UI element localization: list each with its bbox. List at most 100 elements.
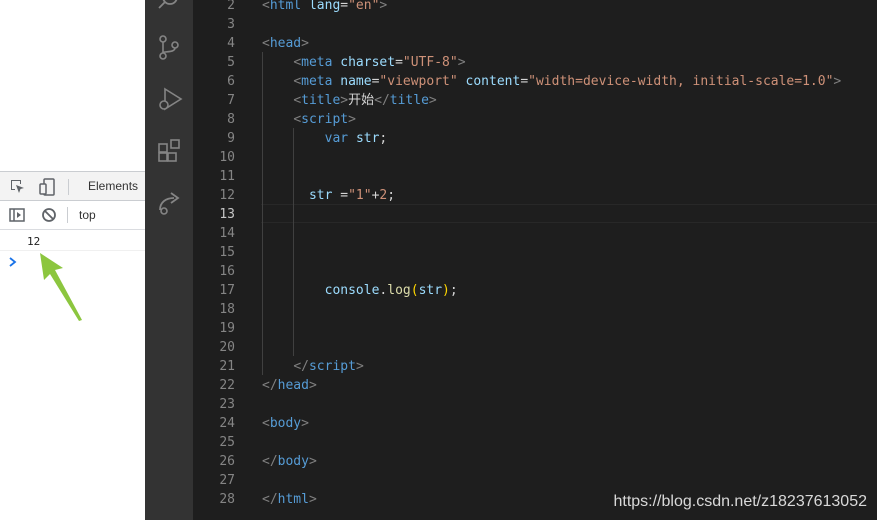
code-line[interactable]: 9 var str; <box>193 129 877 148</box>
code-line[interactable]: 3 <box>193 15 877 34</box>
code-token: console <box>324 283 380 298</box>
line-number: 19 <box>219 321 235 336</box>
code-line[interactable]: 25 <box>193 433 877 452</box>
remote-icon[interactable] <box>157 190 183 216</box>
code-token: "viewport" <box>379 74 458 89</box>
code-line[interactable]: 19 <box>193 319 877 338</box>
code-line[interactable]: 23 <box>193 395 877 414</box>
code-token: content <box>465 74 521 89</box>
code-editor[interactable]: 2 <html lang="en"> 3 4 <head> 5 <meta charset… <box>193 0 877 520</box>
code-line[interactable]: 26 </body> <box>193 452 877 471</box>
code-line[interactable]: 2 <html lang="en"> <box>193 0 877 15</box>
code-token: > <box>379 0 388 13</box>
code-token: < <box>262 36 270 51</box>
code-token: </ <box>262 454 278 469</box>
code-token: = <box>332 188 349 203</box>
code-line[interactable]: 4 <head> <box>193 34 877 53</box>
sidebar-toggle-icon[interactable] <box>9 207 25 223</box>
code-token: > <box>308 454 317 469</box>
code-line[interactable]: 14 <box>193 224 877 243</box>
code-line[interactable]: 22 </head> <box>193 376 877 395</box>
code-token: < <box>262 0 270 13</box>
code-line[interactable]: 6 <meta name="viewport" content="width=d… <box>193 72 877 91</box>
code-token: </ <box>262 378 278 393</box>
line-number: 11 <box>219 169 235 184</box>
code-line[interactable]: 5 <meta charset="UTF-8"> <box>193 53 877 72</box>
search-icon[interactable] <box>157 0 181 12</box>
console-output-value: 12 <box>27 235 41 248</box>
code-text: <body> <box>262 414 309 433</box>
code-text: </head> <box>262 376 317 395</box>
line-number: 22 <box>219 378 235 393</box>
code-line[interactable]: 7 <title>开始</title> <box>193 91 877 110</box>
line-number: 24 <box>219 416 235 431</box>
line-number: 20 <box>219 340 235 355</box>
code-text: <script> <box>262 110 356 129</box>
code-line[interactable]: 20 <box>193 338 877 357</box>
source-control-icon[interactable] <box>157 35 181 61</box>
code-token: > <box>340 93 349 108</box>
line-number: 13 <box>219 207 235 222</box>
line-number: 28 <box>219 492 235 507</box>
code-token: script <box>308 359 356 374</box>
code-token: = <box>520 74 529 89</box>
activity-bar <box>145 0 193 520</box>
code-token: > <box>428 93 437 108</box>
code-text: </script> <box>262 357 364 376</box>
code-token: "UTF-8" <box>402 55 458 70</box>
code-text: </body> <box>262 452 317 471</box>
context-selector[interactable]: top <box>79 208 96 222</box>
code-line[interactable]: 8 <script> <box>193 110 877 129</box>
tab-elements[interactable]: Elements <box>88 179 138 193</box>
code-line[interactable]: 15 <box>193 243 877 262</box>
code-line[interactable]: 11 <box>193 167 877 186</box>
console-toolbar: top <box>0 201 145 230</box>
code-line[interactable]: 17 console.log(str); <box>193 281 877 300</box>
code-token: charset <box>340 55 396 70</box>
code-token: html <box>269 0 302 13</box>
clear-console-icon[interactable] <box>41 207 57 223</box>
code-line[interactable]: 10 <box>193 148 877 167</box>
line-number: 25 <box>219 435 235 450</box>
line-number: 18 <box>219 302 235 317</box>
line-number: 17 <box>219 283 235 298</box>
inspect-element-icon[interactable] <box>10 179 26 195</box>
code-text: <meta charset="UTF-8"> <box>262 53 466 72</box>
code-text: var str; <box>262 129 388 148</box>
watermark: https://blog.csdn.net/z18237613052 <box>613 493 867 510</box>
code-line[interactable]: 13 <box>193 205 877 224</box>
code-token: > <box>355 359 364 374</box>
code-token: </ <box>293 359 309 374</box>
toolbar-divider <box>67 207 68 223</box>
code-token: "1" <box>348 188 372 203</box>
code-token: "en" <box>348 0 380 13</box>
extensions-icon[interactable] <box>157 138 183 164</box>
code-token: > <box>348 112 356 127</box>
code-token: head <box>277 378 309 393</box>
code-line[interactable]: 27 <box>193 471 877 490</box>
code-line[interactable]: 16 <box>193 262 877 281</box>
code-line[interactable]: 21 </script> <box>193 357 877 376</box>
line-number: 14 <box>219 226 235 241</box>
line-number: 8 <box>227 112 235 127</box>
prompt-chevron-icon <box>9 257 17 267</box>
code-line[interactable]: 12 str ="1"+2; <box>193 186 877 205</box>
code-line[interactable]: 24 <body> <box>193 414 877 433</box>
line-number: 7 <box>227 93 235 108</box>
code-token: name <box>340 74 372 89</box>
code-line[interactable]: 18 <box>193 300 877 319</box>
code-token: ) <box>442 283 450 298</box>
code-text: <html lang="en"> <box>262 0 387 15</box>
run-debug-icon[interactable] <box>157 86 183 112</box>
device-toggle-icon[interactable] <box>39 178 55 196</box>
console-message: 12 <box>0 230 145 251</box>
code-token: < <box>293 93 302 108</box>
code-token: 开始 <box>348 93 375 108</box>
devtools-panel: Elements top 12 <box>0 0 145 520</box>
code-token: > <box>457 55 466 70</box>
